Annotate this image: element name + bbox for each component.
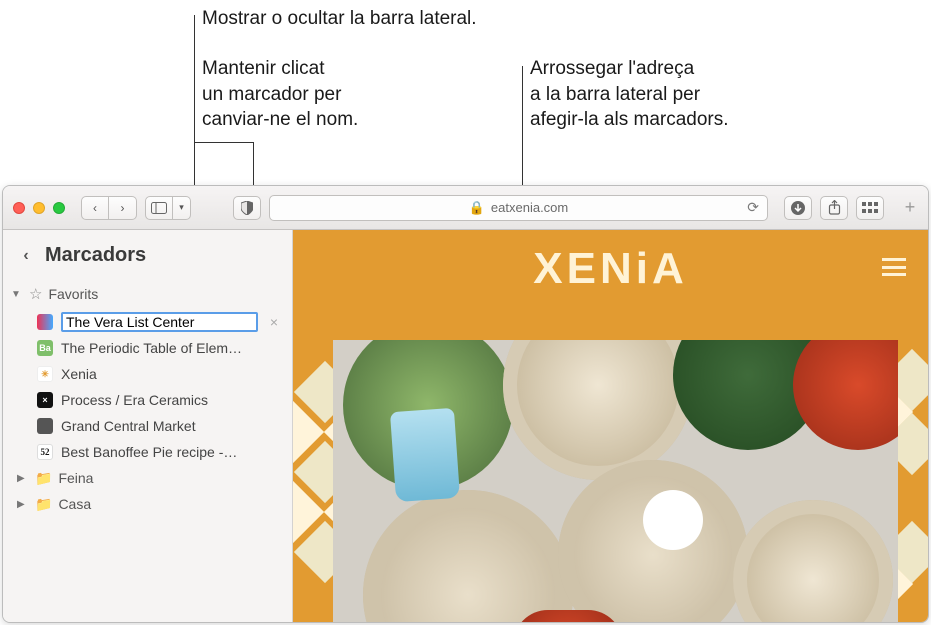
favicon: ×: [37, 392, 53, 408]
bookmark-label: Best Banoffee Pie recipe -…: [61, 444, 282, 460]
plus-icon: +: [905, 197, 916, 218]
downloads-button[interactable]: [784, 196, 812, 220]
share-button[interactable]: [820, 196, 848, 220]
bookmark-folder[interactable]: ▶ 📁 Casa: [3, 491, 292, 517]
chevron-left-icon: ‹: [93, 201, 97, 215]
callout-rename: Mantenir clicat un marcador per canviar-…: [202, 56, 358, 133]
bookmark-item[interactable]: Ba The Periodic Table of Elem…: [3, 335, 292, 361]
folder-label: Casa: [58, 496, 91, 512]
sidebar-icon: [151, 202, 167, 214]
bookmark-label: Grand Central Market: [61, 418, 282, 434]
tabs-button[interactable]: [856, 196, 884, 220]
folder-icon: 📁: [35, 496, 52, 513]
site-menu-button[interactable]: [882, 258, 906, 276]
chevron-right-icon: ›: [121, 201, 125, 215]
hamburger-icon: [882, 258, 906, 261]
disclosure-triangle-icon: ▼: [11, 289, 23, 300]
web-content: XENiA: [293, 230, 928, 622]
bookmark-item[interactable]: ✳ Xenia: [3, 361, 292, 387]
callout-sidebar-toggle: Mostrar o ocultar la barra lateral.: [202, 6, 477, 32]
nav-group: ‹ ›: [81, 196, 137, 220]
favorites-header[interactable]: ▼ ☆ Favorits: [3, 281, 292, 307]
new-tab-button[interactable]: +: [896, 186, 924, 230]
bookmark-label: The Periodic Table of Elem…: [61, 340, 282, 356]
sidebar-back-button[interactable]: ‹: [15, 245, 37, 267]
bookmark-label: Process / Era Ceramics: [61, 392, 282, 408]
brand-logo: XENiA: [533, 244, 687, 294]
chevron-down-icon: ▾: [179, 202, 184, 213]
favorites-label: Favorits: [48, 286, 98, 302]
bookmark-item[interactable]: Grand Central Market: [3, 413, 292, 439]
lock-icon: 🔒: [469, 200, 485, 216]
star-icon: ☆: [29, 285, 42, 303]
bookmark-label: Xenia: [61, 366, 282, 382]
body-area: ‹ Marcadors ▼ ☆ Favorits The Vera List C…: [3, 230, 928, 622]
delete-bookmark-button[interactable]: ×: [266, 314, 282, 330]
toolbar: ‹ › ▾ 🔒 eatxenia.com ⟳: [3, 186, 928, 230]
sidebar-menu-button[interactable]: ▾: [173, 196, 191, 220]
favicon: 52: [37, 444, 53, 460]
forward-button[interactable]: ›: [109, 196, 137, 220]
sidebar: ‹ Marcadors ▼ ☆ Favorits The Vera List C…: [3, 230, 293, 622]
hero-image: [333, 340, 898, 622]
share-icon: [828, 200, 841, 215]
favicon: [37, 314, 53, 330]
reload-button[interactable]: ⟳: [747, 199, 759, 216]
favicon: Ba: [37, 340, 53, 356]
hero-header: XENiA: [293, 230, 928, 308]
folder-icon: 📁: [35, 470, 52, 487]
url-text: eatxenia.com: [491, 200, 568, 215]
back-button[interactable]: ‹: [81, 196, 109, 220]
window-controls: [13, 202, 65, 214]
sidebar-toggle-button[interactable]: [145, 196, 173, 220]
shield-icon: [241, 201, 253, 215]
folder-label: Feina: [58, 470, 93, 486]
sidebar-toggle-group: ▾: [145, 196, 191, 220]
bookmark-item[interactable]: 52 Best Banoffee Pie recipe -…: [3, 439, 292, 465]
bookmark-folder[interactable]: ▶ 📁 Feina: [3, 465, 292, 491]
bookmark-item[interactable]: × Process / Era Ceramics: [3, 387, 292, 413]
disclosure-triangle-icon: ▶: [17, 499, 29, 510]
bookmark-label-editing[interactable]: The Vera List Center: [61, 312, 258, 332]
browser-window: ‹ › ▾ 🔒 eatxenia.com ⟳: [2, 185, 929, 623]
callouts-layer: Mostrar o ocultar la barra lateral. Mant…: [0, 0, 931, 185]
fullscreen-window-button[interactable]: [53, 202, 65, 214]
bookmark-item[interactable]: The Vera List Center ×: [3, 309, 292, 335]
minimize-window-button[interactable]: [33, 202, 45, 214]
sidebar-title: Marcadors: [45, 244, 146, 267]
favicon: [37, 418, 53, 434]
tabs-icon: [862, 202, 878, 214]
callout-drag-url: Arrossegar l'adreça a la barra lateral p…: [530, 56, 729, 133]
disclosure-triangle-icon: ▶: [17, 473, 29, 484]
close-window-button[interactable]: [13, 202, 25, 214]
bookmark-list: The Vera List Center × Ba The Periodic T…: [3, 307, 292, 517]
sidebar-title-row: ‹ Marcadors: [3, 238, 292, 281]
address-bar[interactable]: 🔒 eatxenia.com ⟳: [269, 195, 768, 221]
privacy-button[interactable]: [233, 196, 261, 220]
favicon: ✳: [37, 366, 53, 382]
download-icon: [790, 200, 806, 216]
